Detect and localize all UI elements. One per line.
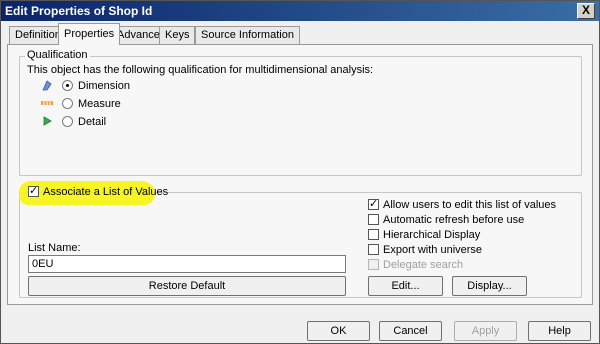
dimension-label: Dimension — [78, 80, 130, 92]
measure-icon — [41, 101, 53, 105]
tab-source-information[interactable]: Source Information — [195, 26, 300, 44]
automatic-refresh-checkbox[interactable] — [368, 214, 379, 225]
qualification-description: This object has the following qualificat… — [27, 64, 374, 76]
edit-lov-button[interactable]: Edit... — [368, 276, 443, 296]
hierarchical-display-label: Hierarchical Display — [383, 229, 481, 241]
tab-properties[interactable]: Properties — [58, 23, 121, 45]
qualification-legend: Qualification — [25, 49, 90, 61]
automatic-refresh-label: Automatic refresh before use — [383, 214, 525, 226]
tab-keys[interactable]: Keys — [159, 26, 196, 44]
close-icon: X — [581, 3, 590, 17]
window-title: Edit Properties of Shop Id — [5, 4, 153, 18]
measure-radio[interactable] — [62, 98, 73, 109]
hierarchical-display-checkbox[interactable] — [368, 229, 379, 240]
dimension-radio[interactable] — [62, 80, 73, 91]
help-button[interactable]: Help — [528, 321, 591, 341]
ok-button[interactable]: OK — [307, 321, 370, 341]
apply-button[interactable]: Apply — [454, 321, 517, 341]
measure-label: Measure — [78, 98, 121, 110]
list-name-input[interactable]: 0EU — [28, 255, 346, 273]
allow-edit-checkbox[interactable]: ✓ — [368, 199, 379, 210]
detail-icon — [43, 116, 52, 126]
title-bar: Edit Properties of Shop Id X — [1, 1, 599, 21]
list-name-label: List Name: — [28, 242, 81, 254]
detail-label: Detail — [78, 116, 107, 128]
export-with-universe-checkbox[interactable] — [368, 244, 379, 255]
display-lov-button[interactable]: Display... — [452, 276, 527, 296]
cancel-button[interactable]: Cancel — [379, 321, 442, 341]
allow-edit-label: Allow users to edit this list of values — [383, 199, 557, 211]
associate-lov-label: Associate a List of Values — [43, 186, 169, 198]
edit-properties-dialog: Edit Properties of Shop Id X Definition … — [0, 0, 600, 344]
associate-lov-checkbox[interactable]: ✓ — [28, 186, 39, 197]
delegate-search-checkbox[interactable] — [368, 259, 379, 270]
export-with-universe-label: Export with universe — [383, 244, 483, 256]
dimension-icon — [42, 80, 52, 91]
restore-default-button[interactable]: Restore Default — [28, 276, 346, 296]
close-button[interactable]: X — [577, 3, 595, 19]
delegate-search-label: Delegate search — [383, 259, 464, 271]
detail-radio[interactable] — [62, 116, 73, 127]
